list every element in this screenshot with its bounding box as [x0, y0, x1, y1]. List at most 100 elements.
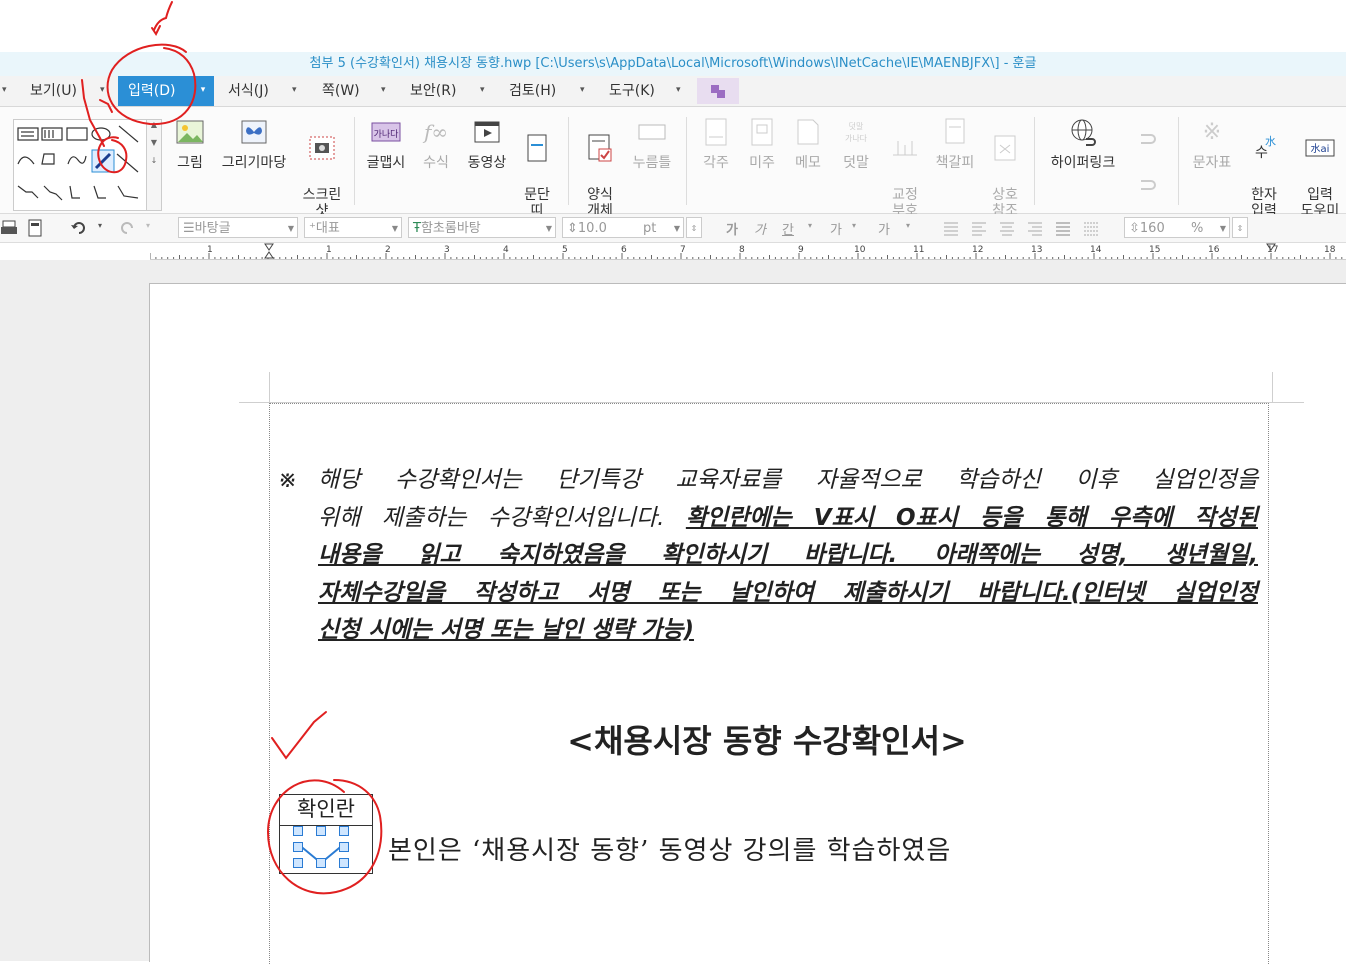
- language-select[interactable]: ⁺대표 ▼: [304, 217, 402, 238]
- video-icon: [474, 121, 500, 143]
- chevron-down-icon[interactable]: ▾: [98, 221, 102, 230]
- camera-icon: [309, 136, 335, 160]
- notice-line: 해당 수강확인서는 단기특강 교육자료를 자율적으로 학습하신 이후 실업인정을: [318, 467, 1258, 493]
- shape-gallery[interactable]: [13, 119, 147, 211]
- drawing-wizard-button[interactable]: 그리기마당: [216, 117, 292, 171]
- menu-security[interactable]: 보안(R): [410, 76, 456, 106]
- footnote-icon: [705, 118, 727, 146]
- video-button[interactable]: 동영상: [462, 117, 512, 171]
- italic-icon[interactable]: 가: [754, 219, 766, 238]
- endnote-button[interactable]: 미주: [742, 117, 782, 171]
- chevron-down-icon[interactable]: ▾: [292, 76, 297, 106]
- font-size-input[interactable]: ⇕10.0 pt ▼: [562, 217, 684, 238]
- svg-text:水: 水: [1265, 135, 1276, 148]
- menu-page[interactable]: 쪽(W): [322, 76, 360, 106]
- menu-review[interactable]: 검토(H): [509, 76, 556, 106]
- underline-icon[interactable]: 간: [782, 219, 794, 238]
- svg-text:水ai: 水ai: [1311, 143, 1330, 155]
- chevron-down-icon: ▼: [1219, 224, 1226, 233]
- font-select[interactable]: Ŧ함초롬바탕 ▼: [408, 217, 556, 238]
- chevron-down-icon[interactable]: ▾: [808, 221, 812, 230]
- line-spacing-input[interactable]: ⇳160 % ▼: [1124, 217, 1230, 238]
- chevron-down-icon: ▼: [391, 224, 398, 233]
- window-title: 첨부 5 (수강확인서) 채용시장 동향.hwp [C:\Users\s\App…: [0, 52, 1346, 76]
- resize-handle[interactable]: [339, 858, 349, 868]
- resize-handle[interactable]: [339, 826, 349, 836]
- ribbon-separator: [568, 117, 569, 205]
- resize-handle[interactable]: [339, 842, 349, 852]
- paragraph-band-button[interactable]: 문단 띠: [518, 117, 556, 219]
- menu-view[interactable]: 보기(U): [30, 76, 77, 106]
- line-spacing-spinner[interactable]: ⇕: [1232, 217, 1248, 238]
- redo-icon[interactable]: [118, 219, 136, 237]
- page-view-icon[interactable]: [26, 219, 44, 237]
- resize-handle[interactable]: [293, 842, 303, 852]
- align-right-icon[interactable]: [1026, 219, 1044, 237]
- menu-tools[interactable]: 도구(K): [609, 76, 655, 106]
- font-color-icon[interactable]: 가: [830, 219, 842, 238]
- chevron-down-icon: ▼: [287, 224, 294, 233]
- checkmark-drawing[interactable]: [280, 826, 372, 873]
- chevron-down-icon: ▼: [673, 224, 680, 233]
- form-checkbox-icon: [588, 134, 612, 162]
- svg-text:덧말: 덧말: [849, 121, 864, 131]
- bookmark-button[interactable]: 책갈피: [932, 117, 978, 171]
- notice-line: 자체수강일을 작성하고 서명 또는 날인하여 제출하시기 바랍니다.(인터넷 실…: [318, 579, 1258, 606]
- resize-handle[interactable]: [316, 858, 326, 868]
- wordart-icon: 가나다: [371, 122, 401, 142]
- picture-button[interactable]: 그림: [170, 117, 210, 171]
- gallery-scrollbar[interactable]: ▲ ▼ ↓: [146, 119, 162, 211]
- chevron-down-icon[interactable]: ▾: [480, 76, 485, 106]
- chevron-down-icon[interactable]: ▾: [906, 221, 910, 230]
- hanja-input-button[interactable]: 수水 한자 입력: [1242, 117, 1286, 219]
- ribbon-separator: [1178, 117, 1179, 205]
- memo-button[interactable]: 메모: [788, 117, 828, 171]
- svg-text:가나다: 가나다: [845, 134, 868, 143]
- chevron-down-icon[interactable]: ▾: [100, 76, 105, 106]
- ribbon-separator: [686, 117, 687, 205]
- font-size-spinner[interactable]: ⇕: [686, 217, 702, 238]
- puzzle-icon[interactable]: [697, 78, 739, 104]
- bold-icon[interactable]: 가: [726, 219, 738, 238]
- style-select[interactable]: ☰바탕글 ▼: [178, 217, 298, 238]
- align-left-icon[interactable]: [970, 219, 988, 237]
- align-justify-icon[interactable]: [942, 219, 960, 237]
- resize-handle[interactable]: [293, 826, 303, 836]
- link-icon[interactable]: [1128, 121, 1168, 205]
- chevron-down-icon[interactable]: ▾: [192, 76, 214, 106]
- char-map-button[interactable]: ※ 문자표: [1186, 117, 1238, 171]
- hyperlink-button[interactable]: 하이퍼링크: [1042, 117, 1124, 171]
- menu-input[interactable]: 입력(D): [118, 76, 192, 106]
- resize-handle[interactable]: [316, 826, 326, 836]
- highlight-icon[interactable]: 가: [878, 219, 890, 238]
- push-field-button[interactable]: 누름틀: [628, 117, 676, 171]
- align-split-icon[interactable]: [1082, 219, 1100, 237]
- chevron-down-icon[interactable]: ▾: [146, 221, 150, 230]
- screenshot-button[interactable]: 스크린 샷: [300, 117, 344, 219]
- chevron-down-icon[interactable]: ▾: [580, 76, 585, 106]
- formula-button[interactable]: f∞ 수식: [418, 117, 454, 171]
- overlay-text-button[interactable]: 덧말 가나다 덧말: [834, 117, 878, 171]
- image-icon: [176, 120, 204, 144]
- notice-line: 내용을 읽고 숙지하였음을 확인하시기 바랍니다. 아래쪽에는 성명, 생년월일…: [318, 542, 1258, 568]
- resize-handle[interactable]: [293, 858, 303, 868]
- align-distribute-icon[interactable]: [1054, 219, 1072, 237]
- footnote-button[interactable]: 각주: [696, 117, 736, 171]
- input-helper-button[interactable]: 水ai 입력 도우미: [1294, 117, 1346, 219]
- menu-format[interactable]: 서식(J): [228, 76, 269, 106]
- form-object-button[interactable]: 양식 개체: [578, 117, 622, 219]
- align-center-icon[interactable]: [998, 219, 1016, 237]
- chevron-down-icon[interactable]: ▾: [676, 76, 681, 106]
- print-icon[interactable]: [0, 219, 18, 237]
- proofread-mark-button[interactable]: 교정 부호: [884, 117, 926, 219]
- glyph-art-button[interactable]: 가나다 글맵시: [362, 117, 410, 171]
- style-icon: ☰: [183, 221, 195, 236]
- chevron-down-icon[interactable]: ▾: [381, 76, 386, 106]
- chevron-down-icon[interactable]: ▾: [2, 76, 7, 106]
- undo-icon[interactable]: [70, 219, 88, 237]
- chevron-down-icon[interactable]: ▾: [852, 221, 856, 230]
- document-heading: <채용시장 동향 수강확인서>: [567, 722, 967, 760]
- confirm-box[interactable]: 확인란: [279, 794, 373, 874]
- horizontal-ruler[interactable]: 1 1 2 3 4 5 6 7 8 9 10 11 12 13 14 15 16…: [150, 243, 1346, 260]
- cross-reference-button[interactable]: 상호 참조: [984, 117, 1026, 219]
